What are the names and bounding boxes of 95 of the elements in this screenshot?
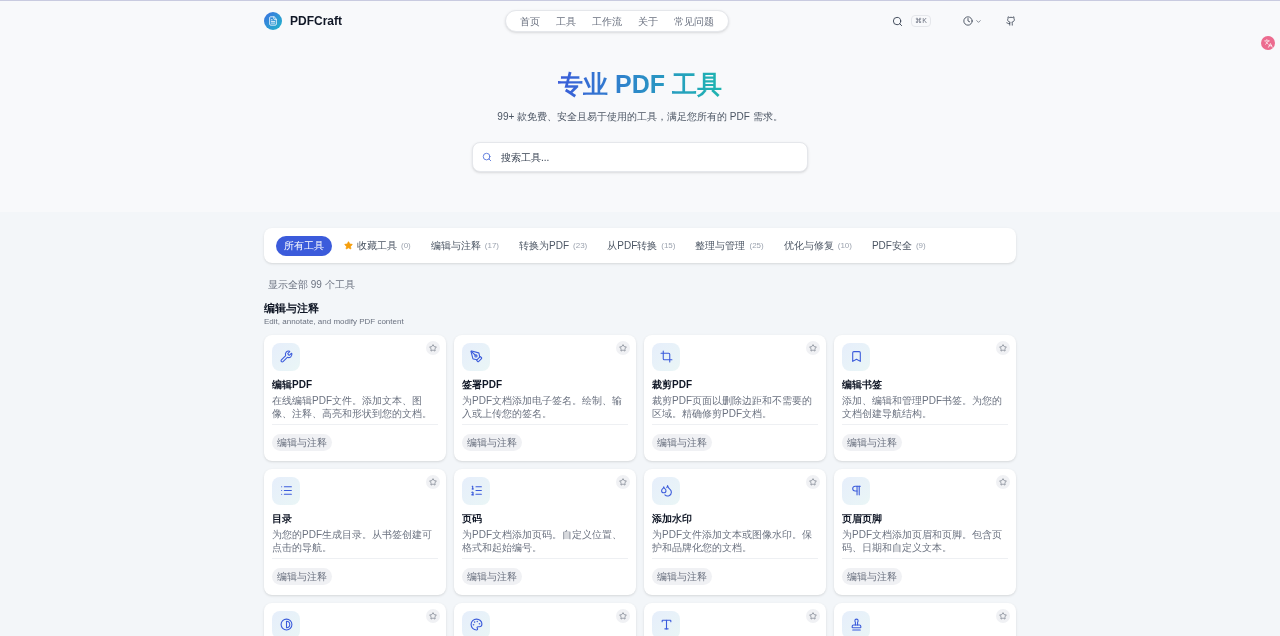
star-icon: [429, 343, 437, 352]
star-icon: [429, 477, 437, 486]
nav-link[interactable]: 首页: [514, 13, 547, 29]
filter-tab[interactable]: PDF安全 (9): [863, 235, 934, 256]
nav-link[interactable]: 关于: [632, 13, 665, 29]
favorite-button[interactable]: [806, 340, 820, 355]
tool-card[interactable]: 裁剪PDF 裁剪PDF页面以删除边距和不需要的区域。精确修剪PDF文档。 编辑与注释: [644, 334, 826, 461]
bookmark-icon: [849, 350, 863, 364]
filter-tab[interactable]: 所有工具: [276, 235, 332, 256]
hero-subtitle: 99+ 款免费、安全且易于使用的工具，满足您所有的 PDF 需求。: [497, 110, 783, 124]
category-tag: 编辑与注释: [652, 567, 712, 585]
star-icon: [999, 343, 1007, 352]
star-icon: [344, 241, 353, 250]
tool-card[interactable]: 页码 为PDF文档添加页码。自定义位置、格式和起始编号。 编辑与注释: [454, 468, 636, 595]
favorite-button[interactable]: [806, 608, 820, 623]
tool-description: 在线编辑PDF文件。添加文本、图像、注释、高亮和形状到您的文档。: [272, 393, 433, 420]
tool-title: 编辑书签: [842, 377, 883, 392]
tool-card[interactable]: 编辑PDF 在线编辑PDF文件。添加文本、图像、注释、高亮和形状到您的文档。 编辑与注释: [264, 334, 446, 461]
tool-card[interactable]: 添加水印 为PDF文件添加文本或图像水印。保护和品牌化您的文档。 编辑与注释: [644, 468, 826, 595]
star-icon: [999, 477, 1007, 486]
favorite-button[interactable]: [426, 474, 440, 489]
pen-nib-icon: [469, 350, 483, 364]
nav-link[interactable]: 常见问题: [668, 13, 721, 29]
star-icon: [619, 343, 627, 352]
star-icon: [619, 611, 627, 620]
favorite-button[interactable]: [616, 608, 630, 623]
filter-tab[interactable]: 从PDF转换 (15): [599, 235, 684, 256]
tool-card[interactable]: 页眉页脚 为PDF文档添加页眉和页脚。包含页码、日期和自定义文本。 编辑与注释: [834, 468, 1016, 595]
tool-title: 裁剪PDF: [652, 377, 693, 392]
filter-tab[interactable]: 整理与管理 (25): [687, 235, 772, 256]
category-tag: 编辑与注释: [652, 433, 712, 451]
tool-description: 为PDF文档添加页码。自定义位置、格式和起始编号。: [462, 527, 623, 554]
result-count: 显示全部 99 个工具: [268, 278, 356, 292]
tool-card[interactable]: 编辑书签 添加、编辑和管理PDF书签。为您的文档创建导航结构。 编辑与注释: [834, 334, 1016, 461]
numbered-list-icon: [469, 484, 483, 498]
tool-description: 添加、编辑和管理PDF书签。为您的文档创建导航结构。: [842, 393, 1003, 420]
tool-description: 为PDF文档添加页眉和页脚。包含页码、日期和自定义文本。: [842, 527, 1003, 554]
palette-icon: [469, 618, 483, 632]
favorite-button[interactable]: [996, 340, 1010, 355]
tool-title: 签署PDF: [462, 377, 503, 392]
tool-title: 页码: [462, 511, 483, 526]
filter-tab[interactable]: 转换为PDF (23): [511, 235, 596, 256]
text-icon: [659, 618, 673, 632]
section-subtitle: Edit, annotate, and modify PDF content: [264, 315, 405, 328]
nav-link[interactable]: 工具: [550, 13, 583, 29]
category-tag: 编辑与注释: [462, 433, 522, 451]
favorite-button[interactable]: [806, 474, 820, 489]
category-tag: 编辑与注释: [842, 433, 902, 451]
filter-tab[interactable]: 收藏工具 (0): [336, 235, 419, 256]
section-title: 编辑与注释: [264, 302, 320, 316]
history-button[interactable]: [963, 16, 982, 26]
favorite-button[interactable]: [616, 340, 630, 355]
favorite-button[interactable]: [996, 608, 1010, 623]
pilcrow-icon: [849, 484, 863, 498]
stamp-icon: [849, 618, 863, 632]
search-icon: [482, 152, 492, 162]
star-icon: [999, 611, 1007, 620]
tool-title: 页眉页脚: [842, 511, 883, 526]
nav-link[interactable]: 工作流: [586, 13, 629, 29]
category-tag: 编辑与注释: [462, 567, 522, 585]
droplets-icon: [659, 484, 673, 498]
tool-title: 编辑PDF: [272, 377, 313, 392]
star-icon: [809, 611, 817, 620]
tool-title: 添加水印: [652, 511, 693, 526]
tool-card[interactable]: 目录 为您的PDF生成目录。从书签创建可点击的导航。 编辑与注释: [264, 468, 446, 595]
github-icon[interactable]: [1006, 16, 1016, 26]
clock-icon: [963, 16, 973, 26]
favorite-button[interactable]: [426, 340, 440, 355]
favorite-button[interactable]: [616, 474, 630, 489]
search-icon[interactable]: [892, 15, 904, 27]
filter-tab[interactable]: 优化与修复 (10): [775, 235, 860, 256]
favorite-button[interactable]: [996, 474, 1010, 489]
list-icon: [279, 484, 293, 498]
half-circle-icon: [279, 618, 293, 632]
tool-description: 裁剪PDF页面以删除边距和不需要的区域。精确修剪PDF文档。: [652, 393, 813, 420]
tool-description: 为您的PDF生成目录。从书签创建可点击的导航。: [272, 527, 433, 554]
category-tag: 编辑与注释: [842, 567, 902, 585]
star-icon: [619, 477, 627, 486]
category-tag: 编辑与注释: [272, 433, 332, 451]
chevron-down-icon: [975, 17, 982, 25]
logo-text[interactable]: PDFCraft: [290, 12, 342, 30]
tool-card[interactable]: 签署PDF 为PDF文档添加电子签名。绘制、输入或上传您的签名。 编辑与注释: [454, 334, 636, 461]
search-field[interactable]: 搜索工具...: [472, 142, 808, 172]
favorite-button[interactable]: [426, 608, 440, 623]
crop-icon: [659, 350, 673, 364]
wrench-icon: [279, 350, 293, 364]
logo-icon: [264, 12, 282, 30]
star-icon: [809, 477, 817, 486]
tool-title: 目录: [272, 511, 293, 526]
star-icon: [429, 611, 437, 620]
star-icon: [809, 343, 817, 352]
tool-description: 为PDF文档添加电子签名。绘制、输入或上传您的签名。: [462, 393, 623, 420]
tool-description: 为PDF文件添加文本或图像水印。保护和品牌化您的文档。: [652, 527, 813, 554]
category-tag: 编辑与注释: [272, 567, 332, 585]
filter-tab[interactable]: 编辑与注释 (17): [422, 235, 507, 256]
